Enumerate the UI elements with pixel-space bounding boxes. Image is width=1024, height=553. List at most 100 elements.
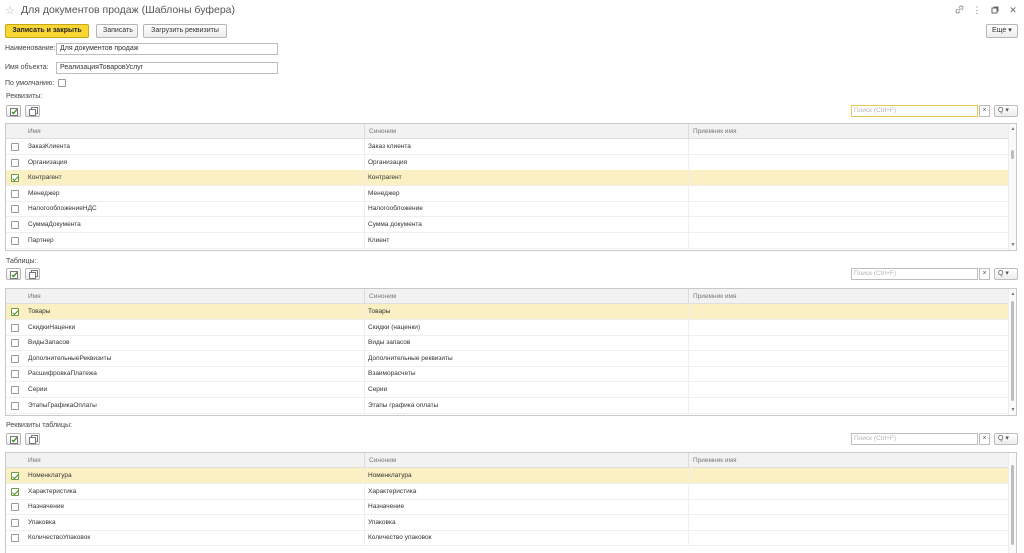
table-row[interactable]: Товары Товары: [6, 304, 1008, 320]
table-row[interactable]: Характеристика Характеристика: [6, 483, 1008, 500]
row-receiver-cell[interactable]: [688, 170, 1008, 186]
row-checkbox[interactable]: [11, 143, 19, 151]
row-receiver-cell[interactable]: [688, 397, 1008, 413]
row-checkbox[interactable]: [11, 386, 19, 394]
row-receiver-cell[interactable]: [688, 232, 1008, 248]
row-receiver-cell[interactable]: [688, 201, 1008, 217]
tables-search-button[interactable]: Q ▾: [994, 268, 1018, 280]
table-row[interactable]: НалогообложениеНДС Налогообложение: [6, 201, 1008, 218]
row-checkbox[interactable]: [11, 339, 19, 348]
row-receiver-cell[interactable]: [688, 217, 1008, 232]
column-name-header[interactable]: Имя: [6, 124, 364, 139]
column-name-header[interactable]: Имя: [6, 289, 364, 304]
save-button[interactable]: Записать: [96, 24, 138, 38]
column-receiver-header[interactable]: Приемник имя: [688, 453, 1008, 468]
row-checkbox[interactable]: [11, 205, 19, 214]
name-field[interactable]: Для документов продаж: [56, 43, 278, 55]
save-and-close-button[interactable]: Записать и закрыть: [5, 24, 89, 38]
props-search-input[interactable]: Поиск (Ctrl+F): [851, 105, 978, 117]
link-icon[interactable]: [954, 5, 964, 16]
row-checkbox[interactable]: [11, 174, 19, 183]
row-receiver-cell[interactable]: [688, 185, 1008, 201]
scroll-thumb[interactable]: [1011, 301, 1014, 401]
scroll-up-icon[interactable]: ▲: [1010, 291, 1016, 297]
table-row[interactable]: ЭтапыГрафикаОплаты Этапы графика оплаты: [6, 397, 1008, 414]
table-row[interactable]: КоличествоУпаковок Количество упаковок: [6, 530, 1008, 547]
table-props-search-input[interactable]: Поиск (Ctrl+F): [851, 433, 978, 445]
row-receiver-cell[interactable]: [688, 499, 1008, 515]
table-row[interactable]: РасшифровкаПлатежа Взаиморасчеты: [6, 366, 1008, 383]
maximize-icon[interactable]: [990, 6, 1000, 16]
row-receiver-cell[interactable]: [688, 366, 1008, 382]
scroll-down-icon[interactable]: ▼: [1010, 407, 1016, 413]
row-checkbox[interactable]: [11, 370, 19, 379]
column-synonym-header[interactable]: Синоним: [364, 289, 688, 304]
row-checkbox[interactable]: [11, 236, 19, 245]
row-checkbox[interactable]: [11, 401, 19, 410]
row-receiver-cell[interactable]: [688, 468, 1008, 483]
row-receiver-cell[interactable]: [688, 350, 1008, 366]
table-row[interactable]: Партнер Клиент: [6, 232, 1008, 249]
more-button[interactable]: Еще ▾: [986, 24, 1018, 38]
check-all-button[interactable]: [6, 105, 21, 117]
row-receiver-cell[interactable]: [688, 382, 1008, 397]
row-checkbox[interactable]: [11, 158, 19, 167]
props-search-button[interactable]: Q ▾: [994, 105, 1018, 117]
row-receiver-cell[interactable]: [688, 483, 1008, 499]
row-receiver-cell[interactable]: [688, 154, 1008, 170]
row-checkbox[interactable]: [11, 487, 19, 496]
table-props-check-all-button[interactable]: [6, 433, 21, 445]
uncheck-all-button[interactable]: [25, 105, 40, 117]
props-search-clear-button[interactable]: ×: [979, 105, 990, 117]
tables-search-input[interactable]: Поиск (Ctrl+F): [851, 268, 978, 280]
table-row[interactable]: ВидыЗапасов Виды запасов: [6, 335, 1008, 352]
table-row[interactable]: Назначение Назначение: [6, 499, 1008, 516]
tables-scrollbar[interactable]: ▲ ▼: [1008, 289, 1016, 415]
table-row[interactable]: Контрагент Контрагент: [6, 170, 1008, 187]
row-checkbox[interactable]: [11, 518, 19, 527]
close-icon[interactable]: ✕: [1008, 5, 1018, 16]
column-name-header[interactable]: Имя: [6, 453, 364, 468]
default-checkbox[interactable]: [58, 79, 66, 87]
scroll-up-icon[interactable]: ▲: [1010, 126, 1016, 132]
row-receiver-cell[interactable]: [688, 530, 1008, 546]
row-checkbox[interactable]: [11, 323, 19, 332]
row-checkbox[interactable]: [11, 189, 19, 198]
row-receiver-cell[interactable]: [688, 304, 1008, 319]
favorite-star-icon[interactable]: ☆: [5, 4, 15, 17]
row-checkbox[interactable]: [11, 472, 19, 480]
row-checkbox[interactable]: [11, 354, 19, 363]
column-synonym-header[interactable]: Синоним: [364, 124, 688, 139]
row-receiver-cell[interactable]: [688, 139, 1008, 154]
object-name-field[interactable]: РеализацияТоваровУслуг: [56, 62, 278, 74]
scroll-down-icon[interactable]: ▼: [1010, 242, 1016, 248]
column-synonym-header[interactable]: Синоним: [364, 453, 688, 468]
tables-check-all-button[interactable]: [6, 268, 21, 280]
column-receiver-header[interactable]: Приемник имя: [688, 124, 1008, 139]
column-receiver-header[interactable]: Приемник имя: [688, 289, 1008, 304]
row-checkbox[interactable]: [11, 503, 19, 512]
table-row[interactable]: Менеджер Менеджер: [6, 185, 1008, 202]
scroll-thumb[interactable]: [1011, 465, 1014, 545]
row-receiver-cell[interactable]: [688, 319, 1008, 335]
table-props-search-button[interactable]: Q ▾: [994, 433, 1018, 445]
load-props-button[interactable]: Загрузить реквизиты: [143, 24, 227, 38]
row-checkbox[interactable]: [11, 308, 19, 316]
table-props-scrollbar[interactable]: [1008, 453, 1016, 553]
props-scrollbar[interactable]: ▲ ▼: [1008, 124, 1016, 250]
table-row[interactable]: СуммаДокумента Сумма документа: [6, 217, 1008, 233]
row-checkbox[interactable]: [11, 221, 19, 229]
scroll-thumb[interactable]: [1011, 150, 1014, 159]
table-props-uncheck-all-button[interactable]: [25, 433, 40, 445]
table-row[interactable]: Номенклатура Номенклатура: [6, 468, 1008, 484]
row-receiver-cell[interactable]: [688, 335, 1008, 351]
row-receiver-cell[interactable]: [688, 514, 1008, 530]
table-props-search-clear-button[interactable]: ×: [979, 433, 990, 445]
table-row[interactable]: ЗаказКлиента Заказ клиента: [6, 139, 1008, 155]
tables-uncheck-all-button[interactable]: [25, 268, 40, 280]
row-checkbox[interactable]: [11, 534, 19, 543]
table-row[interactable]: Упаковка Упаковка: [6, 514, 1008, 531]
tables-search-clear-button[interactable]: ×: [979, 268, 990, 280]
more-vert-icon[interactable]: ⋮: [972, 5, 982, 16]
table-row[interactable]: СкидкиНаценки Скидки (наценки): [6, 319, 1008, 336]
